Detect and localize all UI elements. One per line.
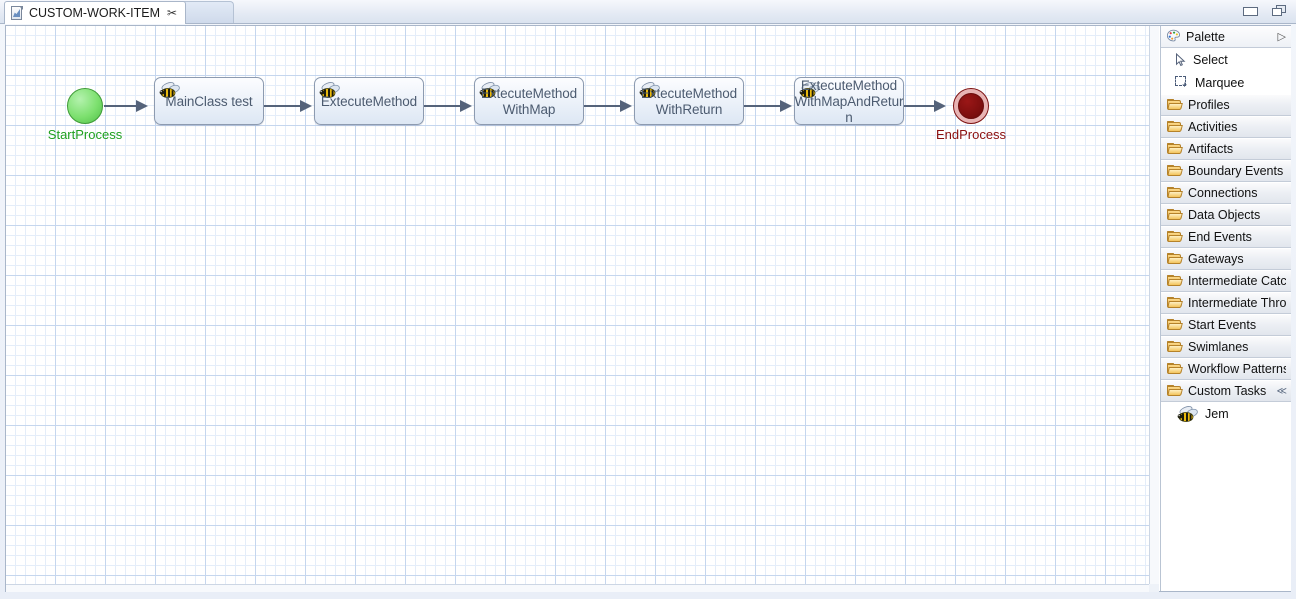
palette-drawer-label: Boundary Events <box>1188 164 1284 178</box>
collapse-pin-icon[interactable]: ≪ <box>1277 386 1288 397</box>
task-node-extecutemethodwithreturn[interactable]: ExtecuteMethod WithReturn <box>634 77 744 125</box>
start-event-label: StartProcess <box>47 127 123 142</box>
folder-icon <box>1167 319 1183 331</box>
palette-tool-marquee[interactable]: + Marquee <box>1161 71 1291 94</box>
palette-drawer-label: Profiles <box>1188 98 1230 112</box>
task-node-label: ExtecuteMethod WithMapAndRetur n <box>794 78 904 125</box>
palette-drawer-workflow-patterns[interactable]: Workflow Patterns <box>1161 358 1291 380</box>
scrollbar-corner <box>1149 584 1159 592</box>
palette-tool-select[interactable]: Select <box>1161 48 1291 71</box>
end-event-node[interactable] <box>953 88 989 124</box>
task-node-label: ExtecuteMethod WithReturn <box>640 86 738 117</box>
close-icon[interactable]: ✂ <box>167 7 177 19</box>
editor-area: StartProcess MainClass test ExtecuteMeth… <box>5 25 1291 592</box>
folder-icon <box>1167 187 1183 199</box>
editor-tab-bar: CUSTOM-WORK-ITEM ✂ <box>0 0 1296 24</box>
sequence-flow-connector[interactable] <box>264 100 312 112</box>
palette-drawer-data-objects[interactable]: Data Objects <box>1161 204 1291 226</box>
editor-tab-custom-work-item[interactable]: CUSTOM-WORK-ITEM ✂ <box>4 1 187 24</box>
eclipse-bpmn-editor-window: CUSTOM-WORK-ITEM ✂ StartProcess MainClas… <box>0 0 1296 599</box>
palette-drawer-label: Gateways <box>1188 252 1244 266</box>
task-node-label: MainClass test <box>165 94 253 109</box>
folder-icon <box>1167 385 1183 397</box>
folder-icon <box>1167 121 1183 133</box>
palette-drawer-custom-tasks[interactable]: Custom Tasks ≪ <box>1161 380 1291 402</box>
end-event-inner <box>958 93 984 119</box>
palette-drawer-profiles[interactable]: Profiles <box>1161 94 1291 116</box>
palette-tool-label: Marquee <box>1195 75 1245 90</box>
palette-drawer-artifacts[interactable]: Artifacts <box>1161 138 1291 160</box>
palette-drawer-label: Workflow Patterns <box>1188 362 1286 376</box>
palette-drawer-label: Start Events <box>1188 318 1257 332</box>
task-node-extecutemethod[interactable]: ExtecuteMethod <box>314 77 424 125</box>
folder-icon <box>1167 165 1183 177</box>
palette-drawer-label: Artifacts <box>1188 142 1234 156</box>
folder-icon <box>1167 297 1183 309</box>
folder-icon <box>1167 231 1183 243</box>
marquee-icon: + <box>1175 76 1189 90</box>
sequence-flow-connector[interactable] <box>104 100 148 112</box>
folder-icon <box>1167 143 1183 155</box>
palette-drawer-label: End Events <box>1188 230 1252 244</box>
folder-icon <box>1167 363 1183 375</box>
folder-icon <box>1167 99 1183 111</box>
palette-drawer-swimlanes[interactable]: Swimlanes <box>1161 336 1291 358</box>
palette-drawer-start-events[interactable]: Start Events <box>1161 314 1291 336</box>
palette-drawer-end-events[interactable]: End Events <box>1161 226 1291 248</box>
palette-tool-label: Select <box>1193 52 1228 67</box>
palette-drawer-connections[interactable]: Connections <box>1161 182 1291 204</box>
palette-item-jem[interactable]: Jem <box>1161 402 1291 426</box>
palette-item-label: Jem <box>1205 407 1229 421</box>
task-node-mainclass-test[interactable]: MainClass test <box>154 77 264 125</box>
editor-tab-label: CUSTOM-WORK-ITEM <box>29 6 161 20</box>
palette-drawer-boundary-events[interactable]: Boundary Events <box>1161 160 1291 182</box>
palette-drawer-label: Data Objects <box>1188 208 1261 222</box>
task-node-extecutemethodwithmap[interactable]: ExtecuteMethod WithMap <box>474 77 584 125</box>
folder-icon <box>1167 209 1183 221</box>
start-event-node[interactable] <box>67 88 103 124</box>
canvas-vertical-scrollbar[interactable] <box>1149 26 1159 584</box>
palette-drawer-activities[interactable]: Activities <box>1161 116 1291 138</box>
task-node-label: ExtecuteMethod <box>320 94 418 109</box>
sequence-flow-connector[interactable] <box>904 100 946 112</box>
palette-drawer-label: Intermediate Catc... <box>1188 274 1286 288</box>
sequence-flow-connector[interactable] <box>424 100 472 112</box>
palette-drawer-label: Custom Tasks <box>1188 384 1267 398</box>
palette-drawer-list: Profiles Activities Artifacts Boundary Even… <box>1161 94 1291 426</box>
window-controls <box>1242 4 1288 18</box>
palette-drawer-label: Intermediate Thro... <box>1188 296 1286 310</box>
palette-panel: Palette ▷ Select + Marquee Profiles Activ… <box>1160 26 1291 591</box>
canvas-horizontal-scrollbar[interactable] <box>6 584 1149 592</box>
cursor-icon <box>1175 52 1187 67</box>
palette-drawer-gateways[interactable]: Gateways <box>1161 248 1291 270</box>
task-node-label: ExtecuteMethod WithMap <box>480 86 578 117</box>
end-event-label: EndProcess <box>935 127 1007 142</box>
palette-drawer-intermediate-catc[interactable]: Intermediate Catc... <box>1161 270 1291 292</box>
sequence-flow-connector[interactable] <box>584 100 632 112</box>
restore-button[interactable] <box>1272 4 1288 18</box>
task-node-extecutemethodwithmapandreturn[interactable]: ExtecuteMethod WithMapAndRetur n <box>794 77 904 125</box>
bee-icon <box>1177 405 1199 424</box>
folder-icon <box>1167 275 1183 287</box>
minimize-button[interactable] <box>1242 4 1258 18</box>
sequence-flow-connector[interactable] <box>744 100 792 112</box>
palette-header[interactable]: Palette ▷ <box>1161 26 1291 48</box>
palette-title: Palette <box>1186 29 1225 44</box>
bpmn-file-icon <box>11 6 24 20</box>
folder-icon <box>1167 253 1183 265</box>
folder-icon <box>1167 341 1183 353</box>
palette-drawer-label: Connections <box>1188 186 1258 200</box>
palette-drawer-label: Activities <box>1188 120 1238 134</box>
diagram-canvas[interactable]: StartProcess MainClass test ExtecuteMeth… <box>6 26 1149 584</box>
chevron-right-icon[interactable]: ▷ <box>1278 30 1286 43</box>
palette-icon <box>1166 29 1181 42</box>
palette-drawer-label: Swimlanes <box>1188 340 1249 354</box>
palette-drawer-intermediate-thro[interactable]: Intermediate Thro... <box>1161 292 1291 314</box>
